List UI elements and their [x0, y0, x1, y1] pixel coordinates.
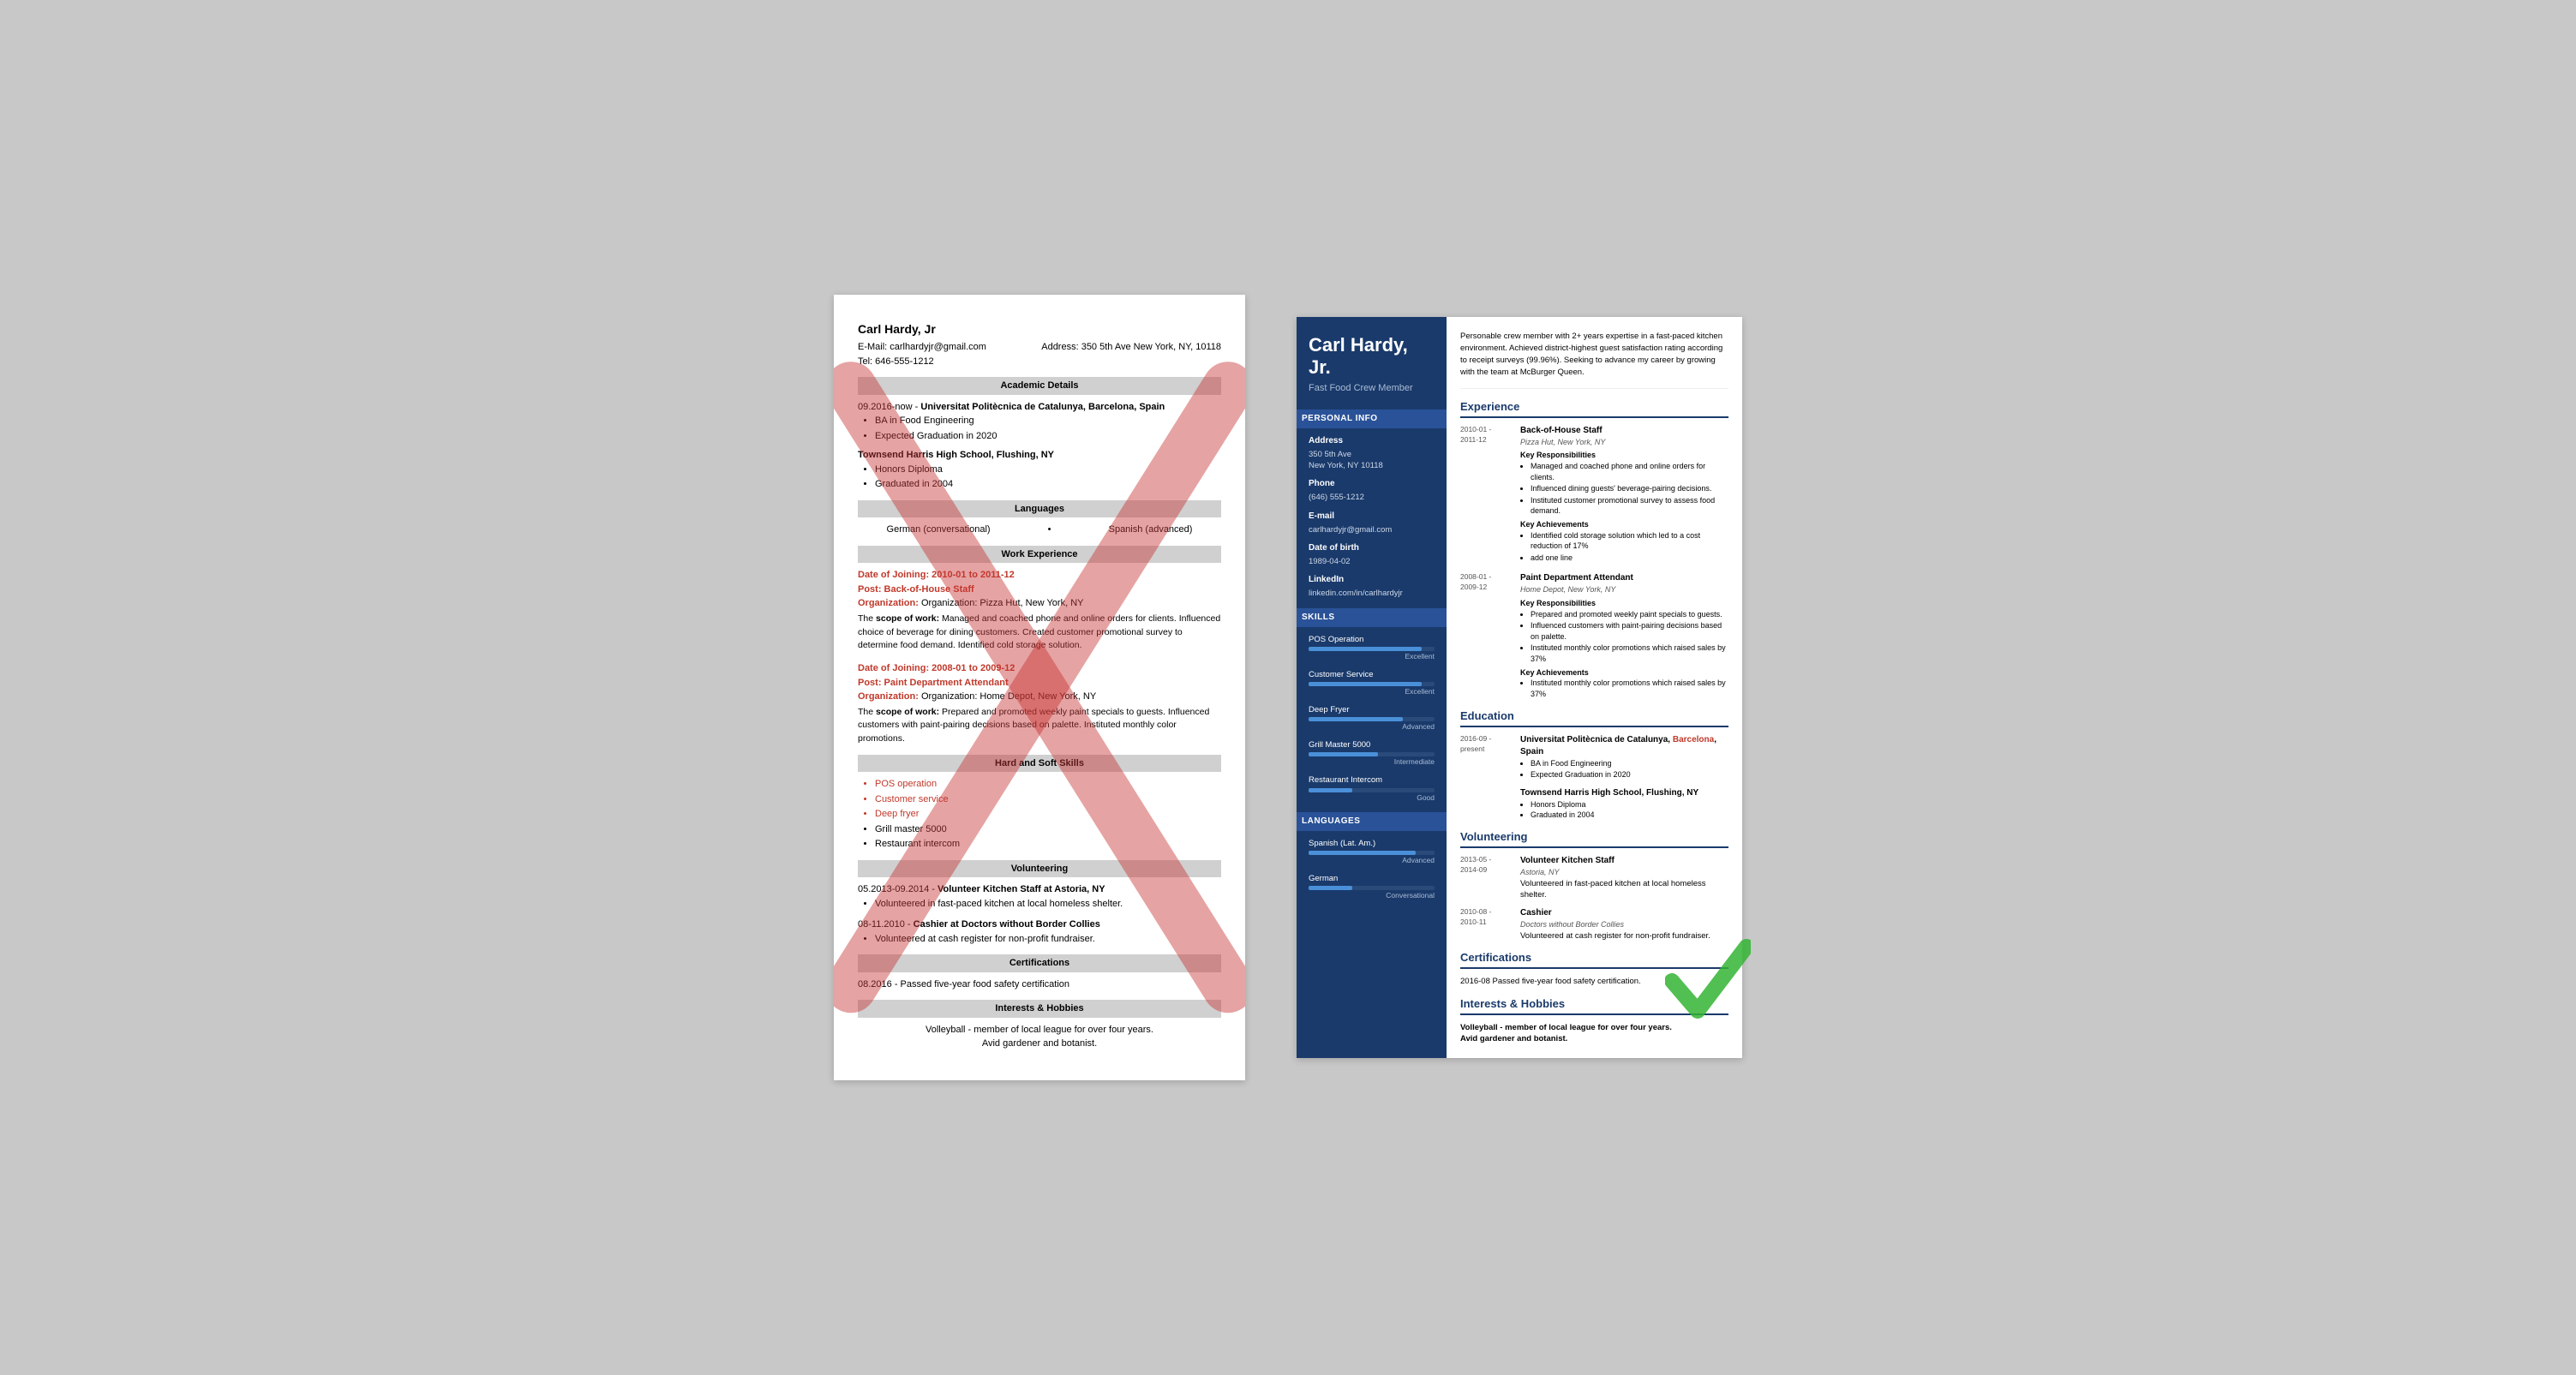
sidebar-lang-0: Spanish (Lat. Am.) Advanced	[1309, 838, 1435, 866]
left-work-entry-2: Date of Joining: 2008-01 to 2009-12 Post…	[858, 661, 1221, 746]
left-vol-entry-2: 08-11.2010 - Cashier at Doctors without …	[858, 918, 1221, 946]
left-contact: E-Mail: carlhardyjr@gmail.com Address: 3…	[858, 340, 1221, 355]
right-resume: Carl Hardy, Jr. Fast Food Crew Member Pe…	[1297, 317, 1742, 1059]
sidebar-phone: Phone (646) 555-1212	[1309, 478, 1435, 503]
left-languages-row: German (conversational) • Spanish (advan…	[858, 523, 1221, 537]
right-edu-0: 2016-09 -present Universitat Politècnica…	[1460, 734, 1728, 780]
sidebar-skills-label: Skills	[1297, 608, 1447, 627]
left-work-header: Work Experience	[858, 546, 1221, 564]
sidebar-dob: Date of birth 1989-04-02	[1309, 542, 1435, 567]
left-languages-header: Languages	[858, 500, 1221, 518]
left-skills-header: Hard and Soft Skills	[858, 755, 1221, 773]
right-exp-1: 2008-01 -2009-12 Paint Department Attend…	[1460, 572, 1728, 700]
right-job-title: Fast Food Crew Member	[1309, 382, 1435, 395]
right-edu-1: Townsend Harris High School, Flushing, N…	[1460, 787, 1728, 821]
checkmark-overlay	[1665, 934, 1751, 1041]
right-vol-label: Volunteering	[1460, 829, 1728, 848]
sidebar-skill-1: Customer Service Excellent	[1309, 669, 1435, 697]
sidebar-languages-label: Languages	[1297, 812, 1447, 831]
right-sidebar: Carl Hardy, Jr. Fast Food Crew Member Pe…	[1297, 317, 1447, 1059]
sidebar-skill-3: Grill Master 5000 Intermediate	[1309, 739, 1435, 768]
right-exp-0: 2010-01 -2011-12 Back-of-House Staff Piz…	[1460, 425, 1728, 565]
right-summary: Personable crew member with 2+ years exp…	[1460, 331, 1728, 389]
left-skills-list: POS operation Customer service Deep frye…	[875, 777, 1221, 852]
left-work-entry-1: Date of Joining: 2010-01 to 2011-12 Post…	[858, 568, 1221, 653]
sidebar-skill-4: Restaurant Intercom Good	[1309, 774, 1435, 803]
left-name: Carl Hardy, Jr	[858, 320, 1221, 338]
right-vol-0: 2013-05 -2014-09 Volunteer Kitchen Staff…	[1460, 855, 1728, 900]
sidebar-skill-2: Deep Fryer Advanced	[1309, 704, 1435, 732]
left-academic-entry2: Townsend Harris High School, Flushing, N…	[858, 448, 1221, 492]
sidebar-email: E-mail carlhardyjr@gmail.com	[1309, 511, 1435, 535]
left-cert-header: Certifications	[858, 954, 1221, 972]
left-academic-entry1: 09.2016-now - Universitat Politècnica de…	[858, 400, 1221, 444]
left-academic-header: Academic Details	[858, 377, 1221, 395]
right-name: Carl Hardy, Jr.	[1309, 334, 1435, 380]
left-vol-header: Volunteering	[858, 860, 1221, 878]
left-academic-list1: BA in Food Engineering Expected Graduati…	[875, 414, 1221, 443]
sidebar-linkedin: LinkedIn linkedin.com/in/carlhardyjr	[1309, 574, 1435, 599]
sidebar-personal-label: Personal Info	[1297, 410, 1447, 428]
sidebar-address: Address 350 5th AveNew York, NY 10118	[1309, 435, 1435, 472]
left-academic-list2: Honors Diploma Graduated in 2004	[875, 463, 1221, 492]
sidebar-lang-1: German Conversational	[1309, 873, 1435, 901]
left-resume: Carl Hardy, Jr E-Mail: carlhardyjr@gmail…	[834, 295, 1245, 1080]
left-hobbies-header: Interests & Hobbies	[858, 1000, 1221, 1018]
sidebar-skill-0: POS Operation Excellent	[1309, 634, 1435, 662]
right-exp-label: Experience	[1460, 399, 1728, 418]
left-vol-entry-1: 05.2013-09.2014 - Volunteer Kitchen Staf…	[858, 882, 1221, 911]
right-edu-label: Education	[1460, 708, 1728, 727]
